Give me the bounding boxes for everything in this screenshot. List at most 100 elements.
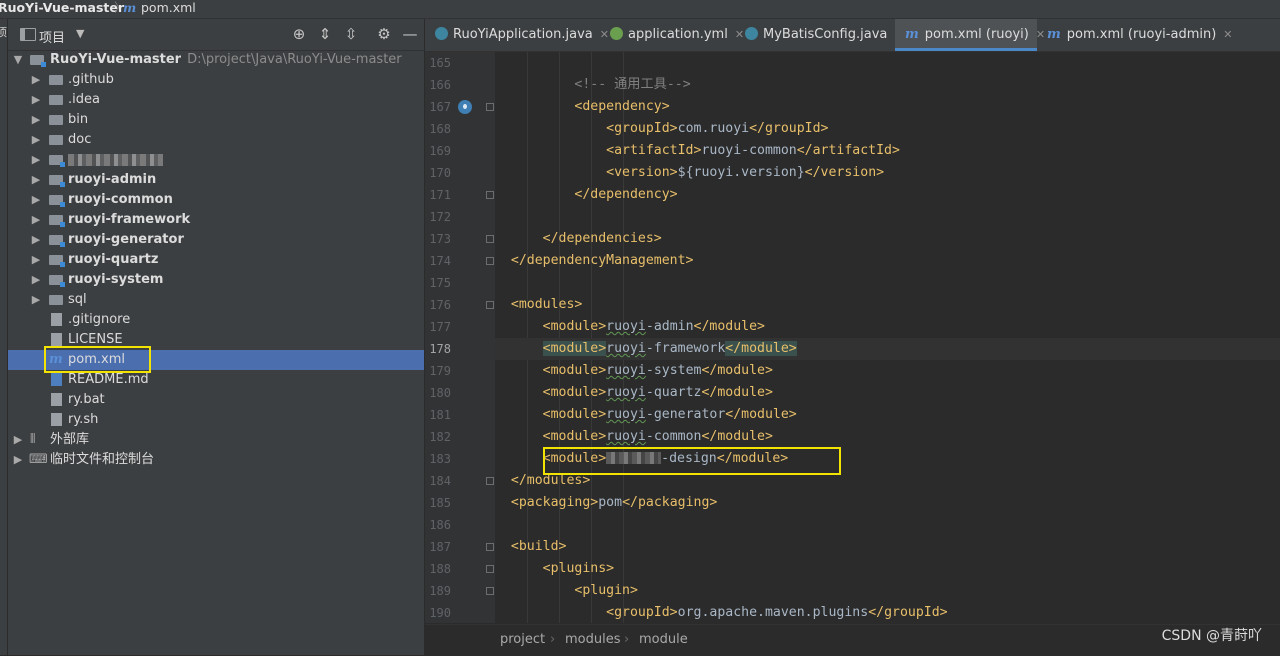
tree-item[interactable]: ▶ ruoyi-quartz (8, 250, 424, 270)
project-tool-window-button[interactable]: 项 (0, 27, 7, 39)
breadcrumb-item[interactable]: module (639, 625, 688, 655)
chevron-right-icon[interactable]: ▶ (30, 130, 42, 150)
code-line[interactable]: <module>ruoyi-common</module> (495, 426, 1280, 448)
tree-item[interactable]: ry.bat (8, 390, 424, 410)
tree-item[interactable]: ▶ .github (8, 70, 424, 90)
editor-tab[interactable]: application.yml ✕ (600, 19, 744, 51)
folder-icon (49, 115, 63, 125)
code-line[interactable] (495, 206, 1280, 228)
code-line[interactable]: </dependencies> (495, 228, 1280, 250)
code-line[interactable]: <packaging>pom</packaging> (495, 492, 1280, 514)
tree-item[interactable]: ry.sh (8, 410, 424, 430)
chevron-right-icon[interactable]: ▶ (30, 230, 42, 250)
code-line[interactable]: <!-- 通用工具--> (495, 74, 1280, 96)
fold-marker-icon[interactable] (486, 565, 494, 573)
module-folder-icon (49, 175, 65, 187)
code-line[interactable]: </dependency> (495, 184, 1280, 206)
tree-root-item[interactable]: ▼ RuoYi-Vue-master D:\project\Java\RuoYi-… (8, 50, 424, 70)
maven-icon: m (123, 0, 137, 15)
fold-marker-icon[interactable] (486, 301, 494, 309)
code-line[interactable] (495, 52, 1280, 74)
tree-item[interactable]: ▶ ruoyi-framework (8, 210, 424, 230)
minimize-icon[interactable]: — (402, 25, 418, 43)
editor-tab[interactable]: RuoYiApplication.java ✕ (425, 19, 609, 51)
tree-item[interactable]: ▶ .idea (8, 90, 424, 110)
nav-project-name[interactable]: RuoYi-Vue-master (0, 0, 124, 16)
code-line[interactable]: <version>${ruoyi.version}</version> (495, 162, 1280, 184)
code-line[interactable]: <dependency> (495, 96, 1280, 118)
module-folder-icon (49, 195, 65, 207)
chevron-right-icon[interactable]: ▶ (30, 270, 42, 290)
code-line[interactable]: <artifactId>ruoyi-common</artifactId> (495, 140, 1280, 162)
code-line[interactable]: <modules> (495, 294, 1280, 316)
fold-marker-icon[interactable] (486, 587, 494, 595)
code-line[interactable]: <module>ruoyi-framework</module> (495, 338, 1280, 360)
collapse-all-icon[interactable]: ⇳ (343, 25, 359, 43)
gear-icon[interactable]: ⚙ (376, 25, 392, 43)
chevron-right-icon[interactable]: ▶ (30, 150, 42, 170)
code-line[interactable]: <module>ruoyi-system</module> (495, 360, 1280, 382)
fold-marker-icon[interactable] (486, 191, 494, 199)
line-number: 181 (429, 408, 451, 422)
fold-marker-icon[interactable] (486, 103, 494, 111)
tree-item-label: ruoyi-generator (68, 232, 184, 247)
tree-item[interactable]: .gitignore (8, 310, 424, 330)
chevron-right-icon[interactable]: ▶ (30, 210, 42, 230)
override-gutter-icon[interactable] (458, 100, 472, 114)
code-line[interactable]: <groupId>org.apache.maven.plugins</group… (495, 602, 1280, 623)
chevron-right-icon[interactable]: ▶ (12, 430, 24, 450)
nav-file-name[interactable]: pom.xml (141, 0, 196, 16)
chevron-right-icon[interactable]: ▶ (30, 90, 42, 110)
fold-marker-icon[interactable] (486, 543, 494, 551)
tree-item[interactable]: README.md (8, 370, 424, 390)
tree-item[interactable]: ▶ (8, 150, 424, 170)
editor-tab[interactable]: m pom.xml (ruoyi) ✕ (895, 19, 1045, 51)
close-icon[interactable]: ✕ (1223, 28, 1232, 41)
code-line[interactable]: <plugin> (495, 580, 1280, 602)
code-line[interactable]: <module>ruoyi-quartz</module> (495, 382, 1280, 404)
tree-item-external-libraries[interactable]: ▶ ⫴ 外部库 (8, 430, 424, 450)
code-line[interactable]: <plugins> (495, 558, 1280, 580)
chevron-right-icon[interactable]: ▶ (12, 450, 24, 470)
fold-marker-icon[interactable] (486, 257, 494, 265)
code-line[interactable]: <build> (495, 536, 1280, 558)
tree-item[interactable]: ▶ bin (8, 110, 424, 130)
chevron-right-icon[interactable]: ▶ (30, 170, 42, 190)
project-panel-title[interactable]: 项目 (39, 27, 65, 46)
tree-item-label: README.md (68, 372, 149, 387)
chevron-right-icon[interactable]: ▶ (30, 70, 42, 90)
chevron-right-icon[interactable]: ▶ (30, 110, 42, 130)
tree-item[interactable]: ▶ ruoyi-system (8, 270, 424, 290)
fold-marker-icon[interactable] (486, 235, 494, 243)
breadcrumb-item[interactable]: modules (565, 625, 621, 655)
chevron-right-icon[interactable]: ▶ (30, 250, 42, 270)
code-line[interactable]: <module>ruoyi-generator</module> (495, 404, 1280, 426)
code-area[interactable]: <!-- 通用工具--> <dependency> <groupId>com.r… (495, 52, 1280, 623)
expand-all-icon[interactable]: ⇕ (317, 25, 333, 43)
tree-item[interactable]: ▶ ruoyi-generator (8, 230, 424, 250)
chevron-right-icon[interactable]: ▶ (30, 290, 42, 310)
file-icon (51, 413, 62, 426)
chevron-down-icon[interactable]: ▼ (12, 50, 24, 70)
tree-item[interactable]: ▶ doc (8, 130, 424, 150)
line-number: 177 (429, 320, 451, 334)
tree-item[interactable]: ▶ ruoyi-admin (8, 170, 424, 190)
tree-item[interactable]: ▶ sql (8, 290, 424, 310)
tree-item[interactable]: ▶ ruoyi-common (8, 190, 424, 210)
chevron-right-icon[interactable]: ▶ (30, 190, 42, 210)
editor-tab[interactable]: MyBatisConfig.java✕ (735, 19, 904, 51)
file-icon (51, 313, 62, 326)
code-line[interactable]: </dependencyManagement> (495, 250, 1280, 272)
fold-marker-icon[interactable] (486, 477, 494, 485)
code-line[interactable]: <groupId>com.ruoyi</groupId> (495, 118, 1280, 140)
code-line[interactable] (495, 514, 1280, 536)
code-line[interactable] (495, 272, 1280, 294)
chevron-down-icon[interactable]: ▼ (76, 27, 84, 40)
tree-item-scratches[interactable]: ▶ ⌨ 临时文件和控制台 (8, 450, 424, 470)
locate-icon[interactable]: ⊕ (291, 25, 307, 43)
code-line[interactable]: <module>ruoyi-admin</module> (495, 316, 1280, 338)
tab-label: application.yml (628, 27, 728, 42)
editor-tab[interactable]: m pom.xml (ruoyi-admin) ✕ (1037, 19, 1233, 51)
breadcrumb-item[interactable]: project (500, 625, 545, 655)
tab-label: MyBatisConfig.java (763, 27, 888, 42)
